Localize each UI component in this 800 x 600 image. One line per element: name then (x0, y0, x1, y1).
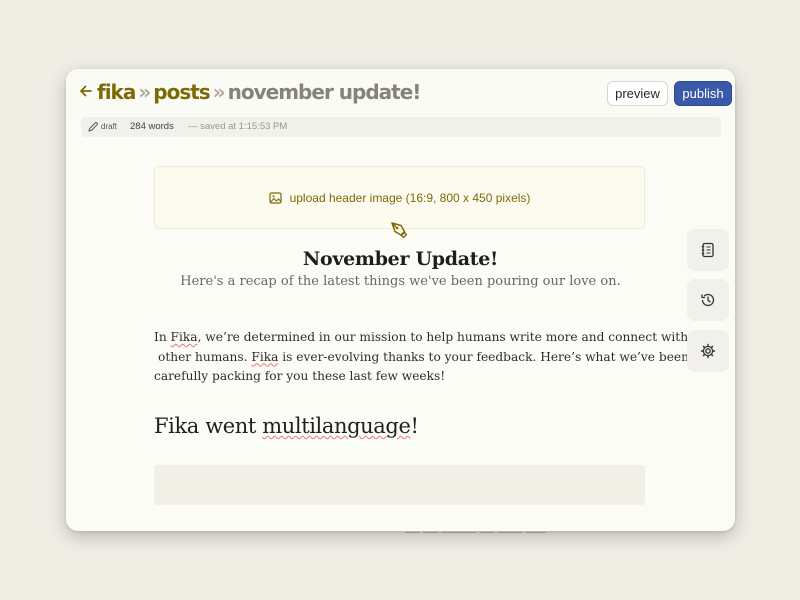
post-paragraph[interactable]: In Fika, we’re determined in our mission… (154, 328, 689, 387)
brand-word: Fika (170, 330, 198, 344)
breadcrumb-posts[interactable]: posts (153, 80, 210, 104)
history-icon (701, 293, 715, 307)
breadcrumb-current: november update! (227, 80, 422, 104)
word-count: 284 words (130, 121, 174, 132)
notebook-button[interactable] (687, 229, 729, 271)
saved-timestamp: — saved at 1:15:53 PM (188, 121, 288, 132)
paragraph-text: , we’re determined in our mission to hel… (197, 330, 689, 344)
publish-button[interactable]: publish (674, 81, 732, 106)
pencil-icon (88, 122, 98, 132)
section-heading[interactable]: Fika went multilanguage! (154, 414, 419, 438)
breadcrumb-fika[interactable]: fika (97, 80, 136, 104)
settings-button[interactable] (687, 330, 729, 372)
brand-word: Fika (251, 349, 279, 364)
paragraph-text: other humans. (158, 349, 252, 364)
paragraph-text: is ever-evolving thanks to your feedback… (278, 349, 689, 364)
image-upload-icon (268, 191, 282, 204)
image-placeholder (154, 465, 645, 505)
breadcrumb-separator: » (212, 80, 226, 104)
breadcrumb: fika» posts» november update! (97, 80, 422, 104)
misspelled-word: multilanguage (262, 414, 411, 438)
paragraph-text: In (154, 330, 171, 344)
paragraph-line: other humans. Fika is ever-evolving than… (154, 348, 689, 368)
paragraph-line: carefully packing for you these last few… (154, 369, 446, 383)
gear-icon (700, 343, 716, 359)
notebook-icon (701, 242, 714, 258)
breadcrumb-separator: » (138, 80, 151, 104)
heading-text: ! (410, 414, 419, 438)
back-arrow-icon[interactable] (78, 83, 94, 99)
upload-label: upload header image (16:9, 800 x 450 pix… (289, 190, 531, 205)
post-title[interactable]: November Update! (66, 248, 735, 270)
top-bar: fika» posts» november update! preview publ… (66, 69, 735, 117)
status-bar: draft 284 words — saved at 1:15:53 PM (81, 117, 721, 137)
history-button[interactable] (687, 279, 729, 321)
draft-label: draft (101, 122, 118, 131)
pen-nib-icon (391, 222, 408, 239)
editor-window: fika» posts» november update! preview publ… (66, 69, 735, 531)
paragraph-line: In Fika, we’re determined in our mission… (154, 328, 688, 348)
heading-text: Fika went (154, 414, 263, 438)
preview-button[interactable]: preview (607, 81, 668, 106)
post-subtitle[interactable]: Here's a recap of the latest things we'v… (66, 274, 735, 289)
